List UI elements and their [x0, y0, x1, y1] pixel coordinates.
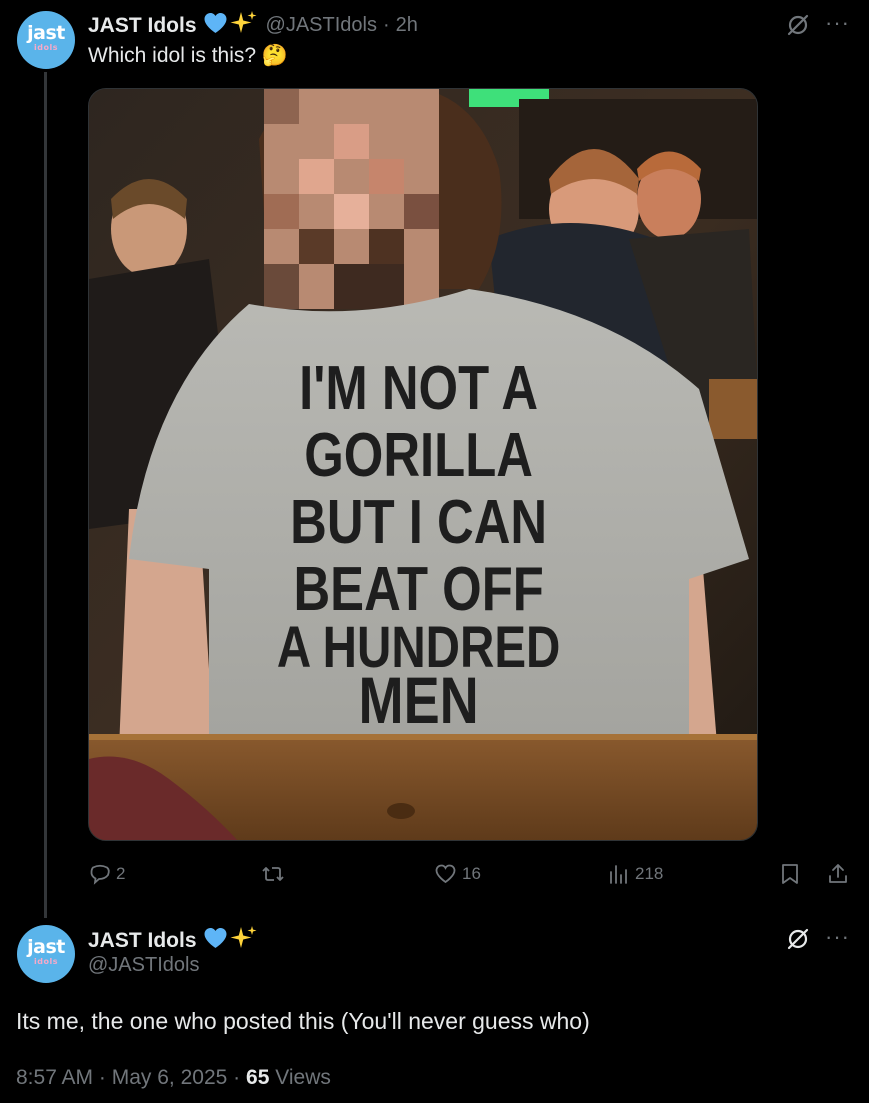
- author-name[interactable]: JAST Idols: [88, 14, 197, 38]
- verified-heart-icon: [203, 12, 228, 39]
- avatar-logo-text: jast: [27, 936, 65, 958]
- reply-button[interactable]: 2: [88, 862, 125, 886]
- sparkle-icon: [230, 10, 258, 41]
- author-name[interactable]: JAST Idols: [88, 929, 197, 953]
- thread-connector-line: [44, 72, 47, 918]
- views-count: 65: [246, 1066, 270, 1089]
- grok-icon[interactable]: [785, 926, 811, 957]
- heart-icon: [435, 864, 456, 884]
- reply-count: 2: [116, 864, 126, 883]
- like-count: 16: [462, 864, 481, 883]
- tweet-image[interactable]: I'M NOT A GORILLA BUT I CAN BEAT OFF A H…: [88, 88, 758, 841]
- post-time[interactable]: 2h: [396, 14, 418, 37]
- like-button[interactable]: 16: [433, 862, 481, 886]
- reply-icon: [90, 864, 110, 885]
- tweet-action-bar: 2 16 218: [88, 860, 858, 892]
- separator-dot: ·: [98, 1066, 106, 1089]
- svg-text:BEAT OFF: BEAT OFF: [293, 555, 543, 624]
- views-label: Views: [275, 1066, 331, 1089]
- author-handle[interactable]: @JASTIdols: [88, 954, 199, 977]
- svg-text:GORILLA: GORILLA: [304, 421, 533, 490]
- post-date[interactable]: May 6, 2025: [112, 1066, 228, 1089]
- svg-text:I'M NOT A: I'M NOT A: [299, 354, 538, 423]
- post-time[interactable]: 8:57 AM: [16, 1066, 93, 1089]
- grok-icon[interactable]: [785, 12, 811, 43]
- views-chart-icon: [610, 865, 627, 884]
- views-count: 218: [635, 864, 664, 883]
- pixelated-face: [264, 89, 439, 309]
- tweet-header: JAST Idols: [88, 925, 258, 956]
- avatar-logo-text: jast: [27, 22, 65, 44]
- shirt-text: I'M NOT A GORILLA BUT I CAN BEAT OFF A H…: [277, 354, 560, 737]
- tweet-header: JAST Idols @JASTIdols · 2h: [88, 10, 418, 41]
- avatar-logo-subtext: idols: [34, 43, 58, 52]
- svg-text:MEN: MEN: [359, 663, 479, 737]
- share-icon: [829, 864, 847, 883]
- tweet-metadata: 8:57 AM · May 6, 2025 · 65 Views: [16, 1066, 331, 1090]
- bookmark-icon: [782, 864, 798, 884]
- repost-button[interactable]: [259, 862, 291, 886]
- author-handle[interactable]: @JASTIdols: [266, 14, 377, 37]
- more-options-icon[interactable]: ···: [825, 12, 850, 34]
- sparkle-icon: [230, 925, 258, 956]
- tweet-text: Its me, the one who posted this (You'll …: [16, 1008, 590, 1034]
- avatar-logo-subtext: idols: [34, 957, 58, 966]
- share-button[interactable]: [826, 862, 850, 886]
- avatar[interactable]: jast idols: [17, 925, 75, 983]
- tweet-text: Which idol is this? 🤔: [88, 44, 289, 67]
- separator-dot: ·: [233, 1066, 241, 1089]
- photo-illustration: I'M NOT A GORILLA BUT I CAN BEAT OFF A H…: [89, 89, 757, 840]
- more-options-icon[interactable]: ···: [825, 926, 850, 948]
- avatar[interactable]: jast idols: [17, 11, 75, 69]
- bookmark-button[interactable]: [778, 862, 802, 886]
- views-button[interactable]: 218: [607, 862, 663, 886]
- verified-heart-icon: [203, 927, 228, 954]
- separator-dot: ·: [382, 14, 390, 36]
- svg-text:BUT I CAN: BUT I CAN: [290, 488, 547, 557]
- repost-icon: [262, 867, 284, 881]
